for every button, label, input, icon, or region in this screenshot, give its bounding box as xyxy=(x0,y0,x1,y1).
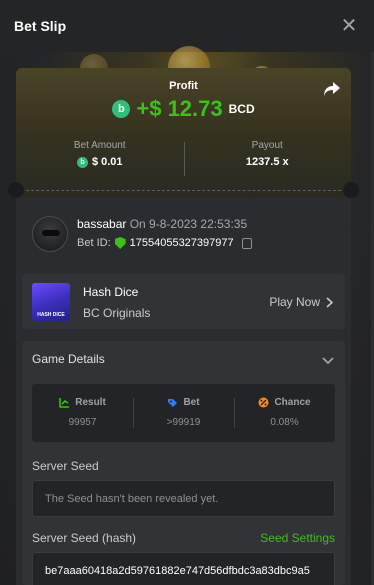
game-name: Hash Dice xyxy=(83,285,139,299)
chance-header: Chance xyxy=(234,397,335,408)
result-column: Result 99957 xyxy=(32,384,133,442)
user-line: bassabar On 9-8-2023 22:53:35 xyxy=(77,217,247,231)
result-divider xyxy=(234,398,235,428)
verified-shield-icon xyxy=(114,237,126,249)
result-header: Result xyxy=(32,397,133,408)
username[interactable]: bassabar xyxy=(77,217,126,231)
payout-value: 1237.5 x xyxy=(245,156,289,168)
game-provider: BC Originals xyxy=(83,306,151,320)
bet-label: Bet xyxy=(183,397,200,408)
bet-amount-value-row: b $ 0.01 xyxy=(16,156,184,168)
result-summary: Result 99957 Bet >99919 Chance 0.08% xyxy=(32,384,335,442)
bcd-coin-icon: b xyxy=(112,100,131,118)
game-details-section: Game Details Result 99957 Bet >99919 Cha… xyxy=(22,341,345,585)
game-thumbnail: HASH DICE xyxy=(32,283,70,321)
server-seed-hash-label: Server Seed (hash) xyxy=(32,531,137,545)
server-seed-field[interactable]: The Seed hasn't been revealed yet. xyxy=(32,480,335,517)
result-label: Result xyxy=(75,397,106,408)
copy-icon[interactable] xyxy=(241,237,252,249)
profit-card: Profit b +$ 12.73 BCD Bet Amount b $ 0.0… xyxy=(16,68,351,198)
profit-value: +$ 12.73 xyxy=(136,96,223,121)
bet-id-value: 17554055327397977 xyxy=(129,237,234,249)
bet-value: >99919 xyxy=(166,417,201,428)
share-icon[interactable] xyxy=(323,81,341,97)
bet-icon xyxy=(168,399,178,407)
bet-details-panel: bassabar On 9-8-2023 22:53:35 Bet ID: 17… xyxy=(16,198,351,585)
stats-divider xyxy=(184,142,185,176)
chance-icon xyxy=(258,397,269,408)
play-now-label: Play Now xyxy=(269,295,320,309)
bet-amount-label: Bet Amount xyxy=(73,140,126,151)
server-seed-hash-field[interactable]: be7aaa60418a2d59761882e747d56dfbdc3a83db… xyxy=(32,552,335,585)
bcd-coin-icon: b xyxy=(76,156,88,168)
bet-amount: Bet Amount b $ 0.01 xyxy=(16,140,184,180)
ticket-notch-left xyxy=(8,182,24,198)
ticket-divider xyxy=(16,190,351,191)
bet-header: Bet xyxy=(133,397,234,408)
ticket-notch-right xyxy=(343,182,359,198)
chance-label: Chance xyxy=(274,397,311,408)
profit-currency: BCD xyxy=(228,102,255,116)
server-seed-label: Server Seed xyxy=(32,459,99,473)
game-row[interactable]: HASH DICE Hash Dice BC Originals Play No… xyxy=(22,274,345,329)
server-seed-hash-row: Server Seed (hash) Seed Settings xyxy=(32,531,335,545)
play-now-link[interactable]: Play Now xyxy=(269,295,333,309)
bet-slip-header: Bet Slip ✕ xyxy=(0,0,374,52)
bet-column: Bet >99919 xyxy=(133,384,234,442)
game-details-title: Game Details xyxy=(32,352,105,366)
payout: Payout 1237.5 x xyxy=(184,140,352,180)
bet-id-row: Bet ID: 17554055327397977 xyxy=(77,237,252,249)
chevron-right-icon xyxy=(326,296,333,308)
avatar[interactable] xyxy=(32,216,68,252)
chevron-down-icon[interactable] xyxy=(321,353,335,367)
close-icon[interactable]: ✕ xyxy=(338,15,360,37)
user-info: bassabar On 9-8-2023 22:53:35 Bet ID: 17… xyxy=(32,212,332,260)
game-thumbnail-text: HASH DICE xyxy=(37,312,65,318)
profit-row: b +$ 12.73 BCD xyxy=(16,96,351,122)
result-icon xyxy=(59,398,70,408)
bet-timestamp: On 9-8-2023 22:53:35 xyxy=(129,217,248,231)
profit-label: Profit xyxy=(169,80,198,92)
payout-label: Payout xyxy=(251,140,283,151)
result-divider xyxy=(133,398,134,428)
bet-slip-title: Bet Slip xyxy=(14,18,67,34)
bet-amount-value: $ 0.01 xyxy=(91,156,123,168)
result-value: 99957 xyxy=(68,417,97,428)
chance-value: 0.08% xyxy=(270,417,299,428)
chance-column: Chance 0.08% xyxy=(234,384,335,442)
seed-settings-link[interactable]: Seed Settings xyxy=(260,531,335,545)
bet-id-label: Bet ID: xyxy=(77,237,111,249)
